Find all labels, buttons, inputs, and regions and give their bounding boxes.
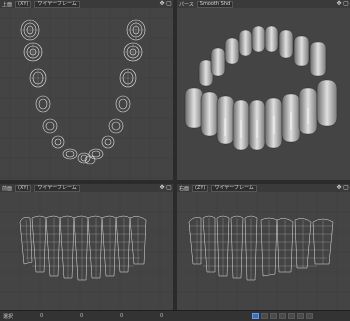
- status-value: 0: [160, 313, 164, 319]
- snap-toggle-button[interactable]: [252, 313, 259, 319]
- toolbar-toggle-button[interactable]: [261, 313, 268, 319]
- display-mode-dropdown[interactable]: ワイヤーフレーム: [211, 184, 257, 192]
- toolbar-toggle-button[interactable]: [279, 313, 286, 319]
- view-label[interactable]: パース: [179, 1, 194, 8]
- top-wireframe-arch: [0, 8, 173, 180]
- move-view-icon[interactable]: ✥: [336, 1, 342, 7]
- viewport-perspective[interactable]: パース Smooth Shd ✥ ▢: [177, 0, 350, 180]
- view-label[interactable]: 前面: [2, 185, 12, 192]
- right-wireframe-teeth: [177, 192, 350, 310]
- viewport-front-header: 前面 (XY) ワイヤーフレーム ✥ ▢: [0, 184, 173, 192]
- viewport-top-header: 上面 (XY) ワイヤーフレーム ✥ ▢: [0, 0, 173, 8]
- status-value: 0: [40, 313, 44, 319]
- maximize-icon[interactable]: ▢: [343, 185, 349, 191]
- viewport-front[interactable]: 前面 (XY) ワイヤーフレーム ✥ ▢: [0, 184, 173, 310]
- perspective-shaded-teeth: [184, 25, 338, 151]
- front-wireframe-teeth: [0, 192, 173, 310]
- move-view-icon[interactable]: ✥: [159, 185, 165, 191]
- maximize-icon[interactable]: ▢: [343, 1, 349, 7]
- viewport-right[interactable]: 右面 (ZY) ワイヤーフレーム ✥ ▢: [177, 184, 350, 310]
- viewport-top[interactable]: 上面 (XY) ワイヤーフレーム ✥ ▢: [0, 0, 173, 180]
- toolbar-toggle-button[interactable]: [288, 313, 295, 319]
- toolbar-toggle-button[interactable]: [306, 313, 313, 319]
- view-label[interactable]: 右面: [179, 185, 189, 192]
- maximize-icon[interactable]: ▢: [166, 1, 172, 7]
- toolbar-toggle-button[interactable]: [297, 313, 304, 319]
- toolbar-toggle-button[interactable]: [270, 313, 277, 319]
- display-mode-dropdown[interactable]: Smooth Shd: [196, 0, 234, 8]
- viewport-persp-header: パース Smooth Shd ✥ ▢: [177, 0, 350, 8]
- display-mode-dropdown[interactable]: ワイヤーフレーム: [34, 184, 80, 192]
- status-value: 0: [120, 313, 124, 319]
- status-value: 0: [80, 313, 84, 319]
- maximize-icon[interactable]: ▢: [166, 185, 172, 191]
- display-mode-dropdown[interactable]: ワイヤーフレーム: [34, 0, 80, 8]
- axis-dropdown[interactable]: (XY): [15, 0, 32, 8]
- move-view-icon[interactable]: ✥: [159, 1, 165, 7]
- view-label[interactable]: 上面: [2, 1, 12, 8]
- axis-dropdown[interactable]: (ZY): [192, 184, 209, 192]
- select-mode-label[interactable]: 選択: [3, 313, 13, 320]
- axis-dropdown[interactable]: (XY): [15, 184, 32, 192]
- status-bar: 選択 0 0 0 0: [0, 310, 350, 321]
- move-view-icon[interactable]: ✥: [336, 185, 342, 191]
- viewport-right-header: 右面 (ZY) ワイヤーフレーム ✥ ▢: [177, 184, 350, 192]
